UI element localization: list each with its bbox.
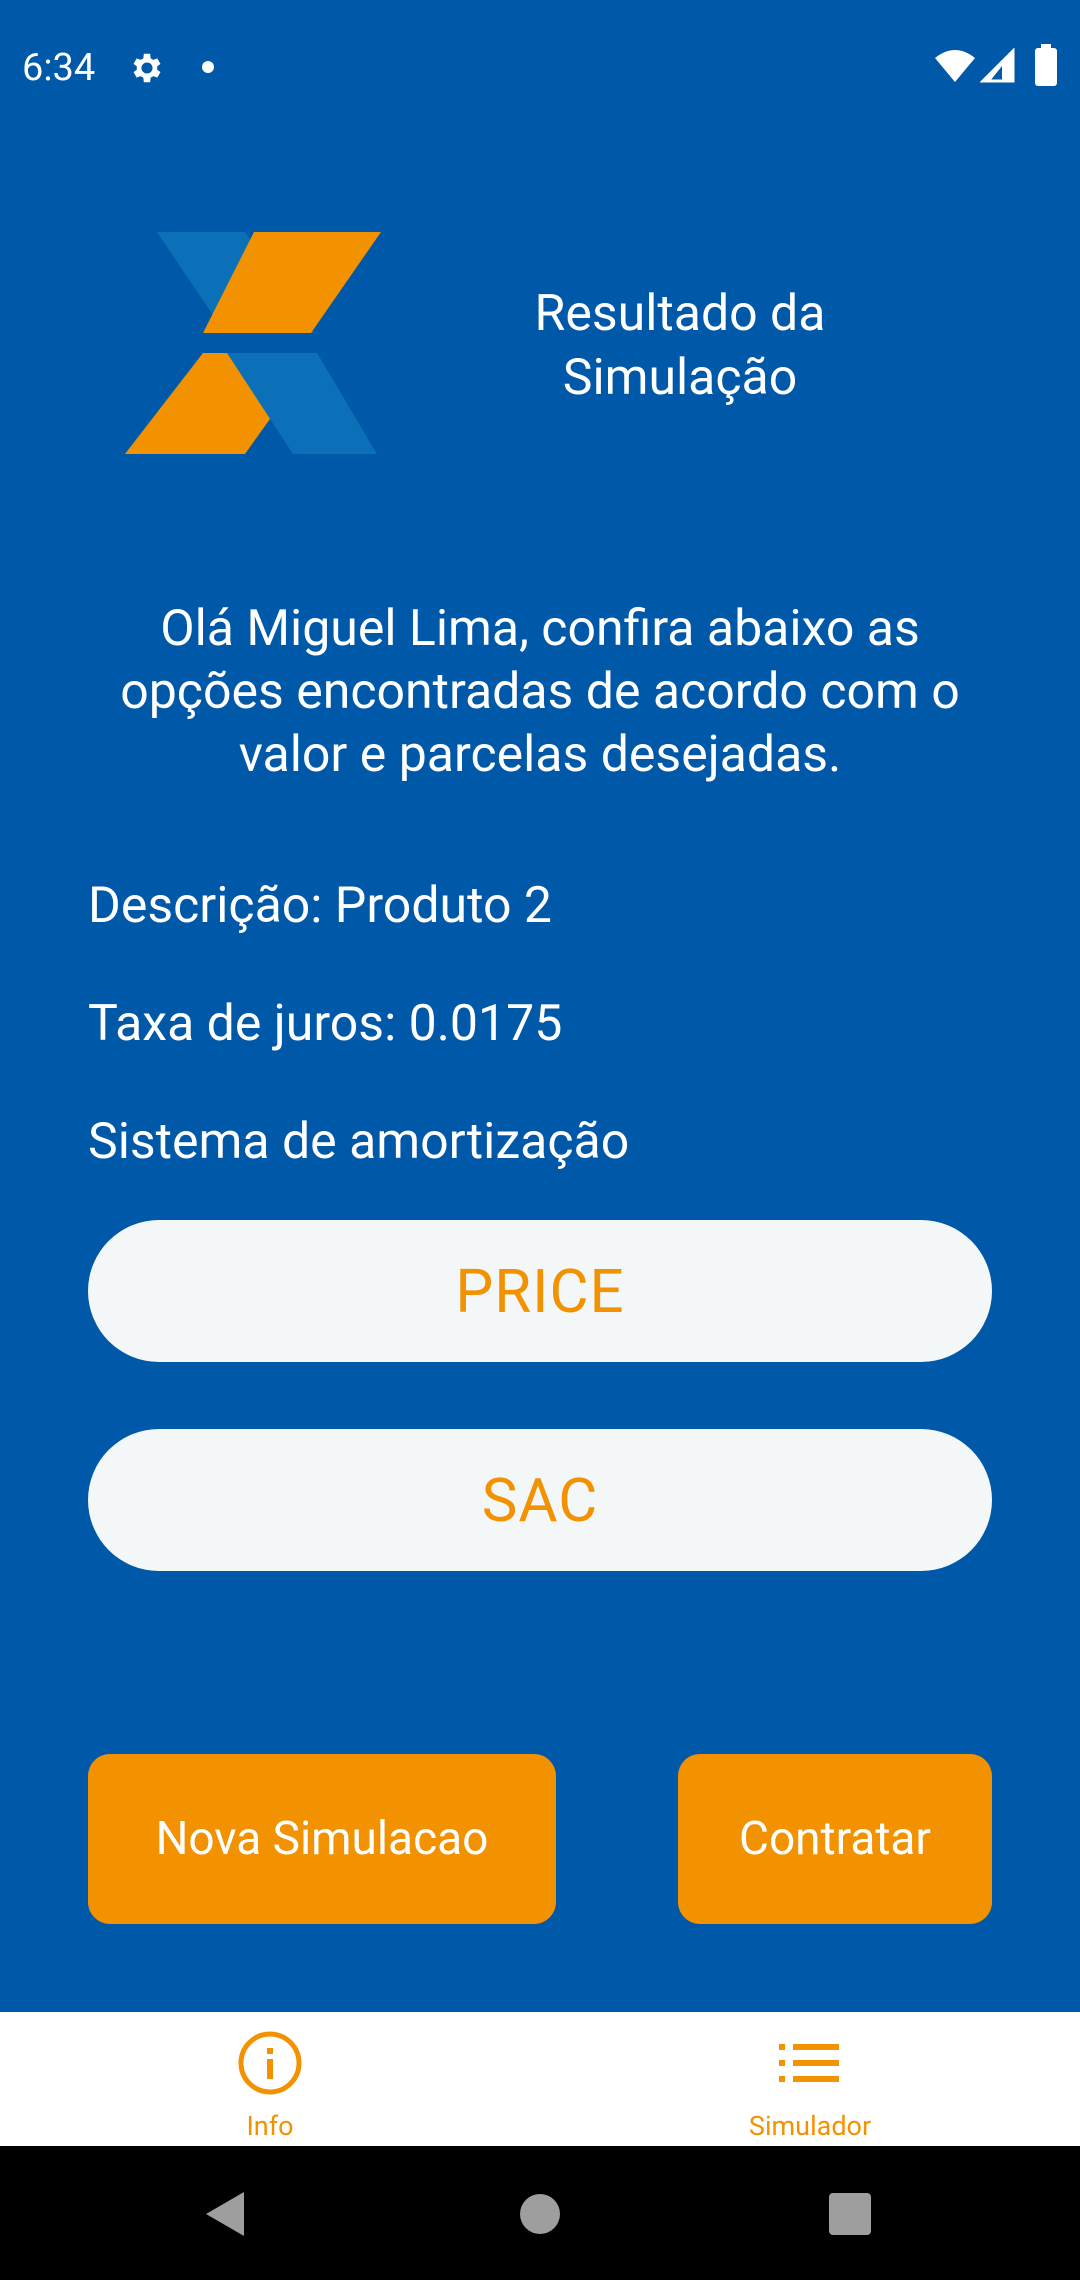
battery-icon [1035, 44, 1057, 86]
status-time: 6:34 [22, 46, 96, 90]
list-icon [779, 2044, 839, 2082]
caixa-x-logo [125, 232, 381, 454]
nav-label-simulador: Simulador [748, 2110, 872, 2142]
home-icon[interactable] [520, 2194, 560, 2234]
nav-label-info: Info [246, 2110, 294, 2142]
nav-item-info[interactable]: Info [0, 2012, 540, 2146]
contract-button[interactable]: Contratar [678, 1754, 992, 1924]
nav-item-simulador[interactable]: Simulador [540, 2012, 1080, 2146]
description-text: Descrição: Produto 2 [88, 877, 552, 935]
notification-dot [202, 61, 214, 73]
new-simulation-button[interactable]: Nova Simulacao [88, 1754, 556, 1924]
price-option-button[interactable]: PRICE [88, 1220, 992, 1362]
bottom-navigation: Info Simulador [0, 2012, 1080, 2146]
greeting-text: Olá Miguel Lima, confira abaixo as opçõe… [120, 600, 960, 784]
info-icon [238, 2031, 302, 2095]
gear-icon [133, 53, 161, 83]
page-title: Resultado da Simulação [534, 285, 826, 407]
amortization-label: Sistema de amortização [88, 1113, 630, 1171]
recents-icon[interactable] [829, 2193, 871, 2235]
interest-rate-text: Taxa de juros: 0.0175 [88, 995, 563, 1053]
status-bar: 6:34 [0, 0, 1080, 136]
sac-option-button[interactable]: SAC [88, 1429, 992, 1571]
wifi-icon [935, 50, 975, 82]
cell-signal-icon [980, 48, 1015, 83]
back-icon[interactable] [200, 2190, 248, 2238]
